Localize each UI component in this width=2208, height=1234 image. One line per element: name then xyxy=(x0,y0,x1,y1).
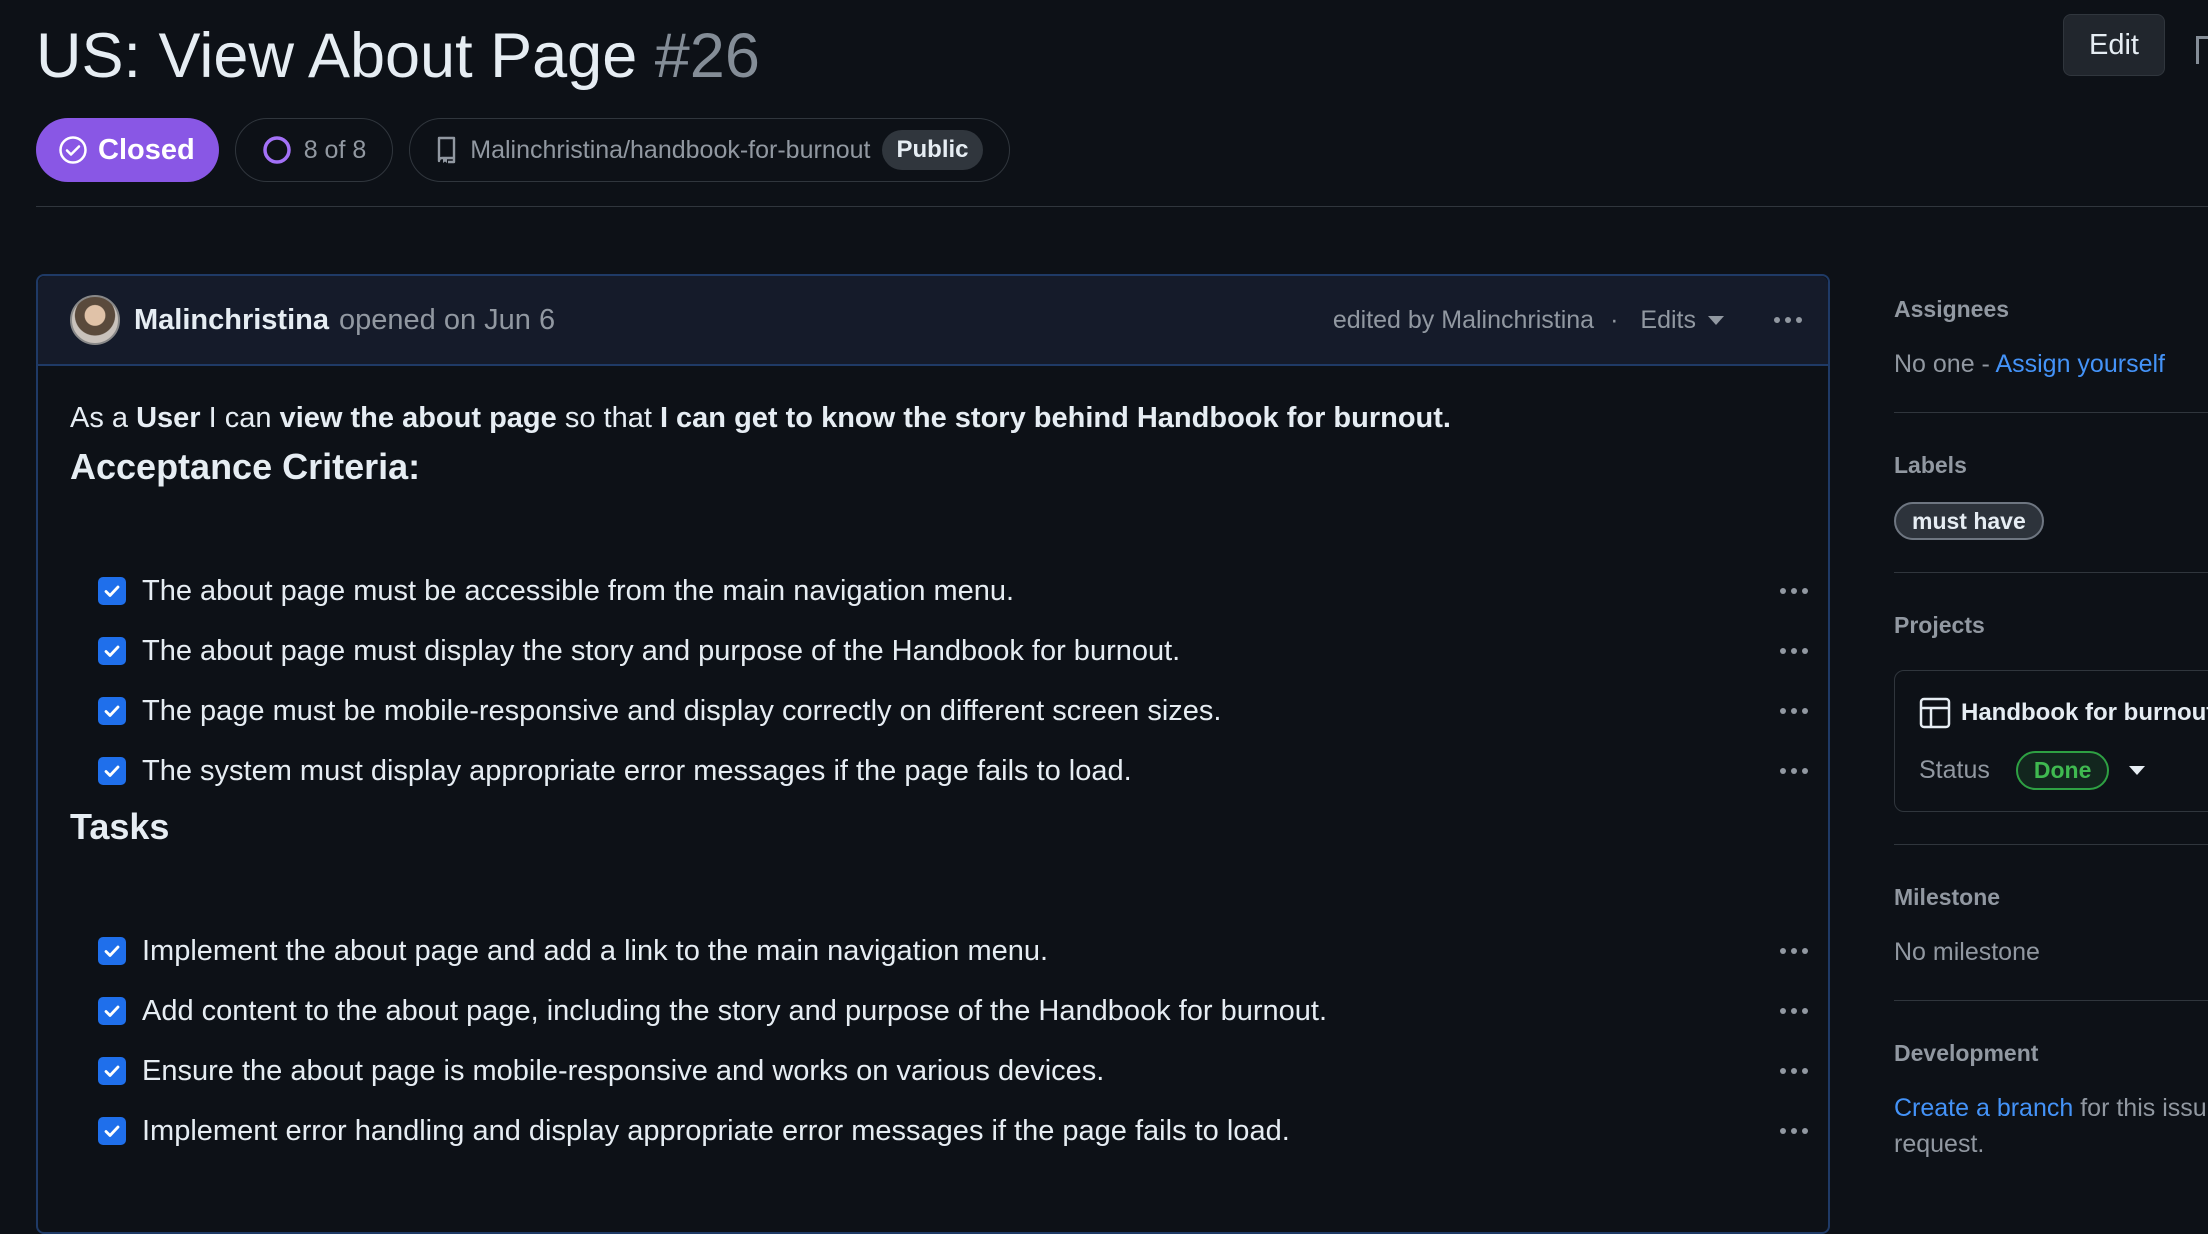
label-tag[interactable]: must have xyxy=(1894,502,2044,540)
comment-header-actions: edited by Malinchristina · Edits xyxy=(1333,306,1802,335)
kebab-icon[interactable] xyxy=(1780,768,1808,774)
header-divider xyxy=(36,206,2208,207)
visibility-badge: Public xyxy=(882,130,983,170)
edit-button[interactable]: Edit xyxy=(2063,14,2165,76)
task-item-text: Implement error handling and display app… xyxy=(142,1114,1290,1147)
checkbox-checked-icon[interactable] xyxy=(98,577,126,605)
story-text: so that xyxy=(556,402,660,434)
issue-body-comment: Malinchristina opened on Jun 6 edited by… xyxy=(36,274,1830,1234)
status-text: Closed xyxy=(98,133,195,166)
status-badge: Closed xyxy=(36,118,219,182)
acceptance-item-text: The system must display appropriate erro… xyxy=(142,754,1132,787)
milestone-heading[interactable]: Milestone xyxy=(1894,884,2000,911)
story-benefit: I can get to know the story behind Handb… xyxy=(659,402,1451,434)
task-item: Add content to the about page, including… xyxy=(98,986,1808,1036)
projects-heading[interactable]: Projects xyxy=(1894,612,1985,639)
repo-pill[interactable]: Malinchristina/handbook-for-burnout Publ… xyxy=(409,118,1010,182)
issue-title: US: View About Page #26 xyxy=(36,14,760,98)
checkbox-checked-icon[interactable] xyxy=(98,997,126,1025)
task-item: Implement error handling and display app… xyxy=(98,1106,1808,1156)
acceptance-item-text: The page must be mobile-responsive and d… xyxy=(142,694,1222,727)
sidebar-divider xyxy=(1894,844,2208,845)
story-role: User xyxy=(136,402,201,434)
edited-by: edited by Malinchristina xyxy=(1332,305,1595,334)
story-action: view the about page xyxy=(279,402,557,434)
repo-icon xyxy=(438,136,456,164)
task-progress[interactable]: 8 of 8 xyxy=(234,118,394,182)
chevron-down-icon[interactable] xyxy=(2129,766,2146,775)
separator-dot: · xyxy=(1610,305,1619,334)
assignees-heading[interactable]: Assignees xyxy=(1894,296,2009,323)
kebab-icon[interactable] xyxy=(1780,1068,1808,1074)
comment-author[interactable]: Malinchristina xyxy=(134,304,329,337)
assignees-value: No one - Assign yourself xyxy=(1894,350,2165,379)
acceptance-item-text: The about page must be accessible from t… xyxy=(142,574,1015,607)
chevron-down-icon xyxy=(1708,315,1724,325)
assignees-none: No one - xyxy=(1894,350,1996,378)
kebab-icon[interactable] xyxy=(1780,708,1808,714)
checkbox-checked-icon[interactable] xyxy=(98,937,126,965)
issue-meta: Closed 8 of 8 Malinchristina/handbook-fo… xyxy=(36,118,1010,182)
title-row: US: View About Page #26 xyxy=(36,14,760,98)
development-heading[interactable]: Development xyxy=(1894,1040,2038,1067)
kebab-icon[interactable] xyxy=(1780,1128,1808,1134)
development-suffix: for this issu xyxy=(2073,1094,2207,1122)
progress-circle-icon xyxy=(262,136,291,164)
issue-number: #26 xyxy=(654,21,760,91)
development-text-line2: request. xyxy=(1894,1130,1985,1158)
acceptance-item: The page must be mobile-responsive and d… xyxy=(98,686,1808,736)
story-text: I can xyxy=(200,402,280,434)
avatar[interactable] xyxy=(70,295,120,345)
checkbox-checked-icon[interactable] xyxy=(98,757,126,785)
development-text: Create a branch for this issu xyxy=(1894,1094,2207,1123)
task-item-text: Implement the about page and add a link … xyxy=(142,934,1049,967)
task-item: Ensure the about page is mobile-responsi… xyxy=(98,1046,1808,1096)
sidebar-divider xyxy=(1894,572,2208,573)
labels-heading[interactable]: Labels xyxy=(1894,452,1967,479)
user-story: As a User I can view the about page so t… xyxy=(70,402,1451,435)
acceptance-item: The about page must be accessible from t… xyxy=(98,566,1808,616)
status-done-badge[interactable]: Done xyxy=(2015,751,2110,790)
issue-title-text: US: View About Page xyxy=(36,21,638,91)
kebab-icon[interactable] xyxy=(1774,317,1802,323)
edits-label: Edits xyxy=(1640,305,1696,334)
kebab-icon[interactable] xyxy=(1780,948,1808,954)
progress-text: 8 of 8 xyxy=(303,135,367,164)
sidebar-divider xyxy=(1894,412,2208,413)
check-circle-icon xyxy=(59,136,87,164)
tasks-heading: Tasks xyxy=(70,806,170,847)
project-title[interactable]: Handbook for burnout xyxy=(1919,697,2208,729)
comment-header: Malinchristina opened on Jun 6 edited by… xyxy=(38,276,1828,366)
project-card: Handbook for burnout Status Done xyxy=(1894,670,2208,812)
create-branch-link[interactable]: Create a branch xyxy=(1894,1094,2073,1122)
task-item: Implement the about page and add a link … xyxy=(98,926,1808,976)
checkbox-checked-icon[interactable] xyxy=(98,1057,126,1085)
overflow-edge-icon xyxy=(2196,36,2208,64)
assign-yourself-link[interactable]: Assign yourself xyxy=(1995,350,2165,378)
acceptance-item: The about page must display the story an… xyxy=(98,626,1808,676)
project-status: Status Done xyxy=(1919,751,2146,790)
milestone-value: No milestone xyxy=(1894,938,2040,966)
kebab-icon[interactable] xyxy=(1780,648,1808,654)
project-name: Handbook for burnout xyxy=(1961,699,2208,726)
acceptance-item-text: The about page must display the story an… xyxy=(142,634,1181,667)
kebab-icon[interactable] xyxy=(1780,588,1808,594)
acceptance-item: The system must display appropriate erro… xyxy=(98,746,1808,796)
edits-dropdown[interactable]: Edits xyxy=(1640,306,1724,335)
checkbox-checked-icon[interactable] xyxy=(98,1117,126,1145)
repo-name: Malinchristina/handbook-for-burnout xyxy=(470,135,871,164)
table-icon xyxy=(1919,697,1951,729)
task-item-text: Ensure the about page is mobile-responsi… xyxy=(142,1054,1105,1087)
kebab-icon[interactable] xyxy=(1780,1008,1808,1014)
status-label: Status xyxy=(1919,756,1990,784)
comment-opened-date: opened on Jun 6 xyxy=(339,303,556,336)
checkbox-checked-icon[interactable] xyxy=(98,637,126,665)
acceptance-criteria-heading: Acceptance Criteria: xyxy=(70,446,421,487)
sidebar-divider xyxy=(1894,1000,2208,1001)
task-item-text: Add content to the about page, including… xyxy=(142,994,1328,1027)
story-text: As a xyxy=(70,402,137,434)
checkbox-checked-icon[interactable] xyxy=(98,697,126,725)
